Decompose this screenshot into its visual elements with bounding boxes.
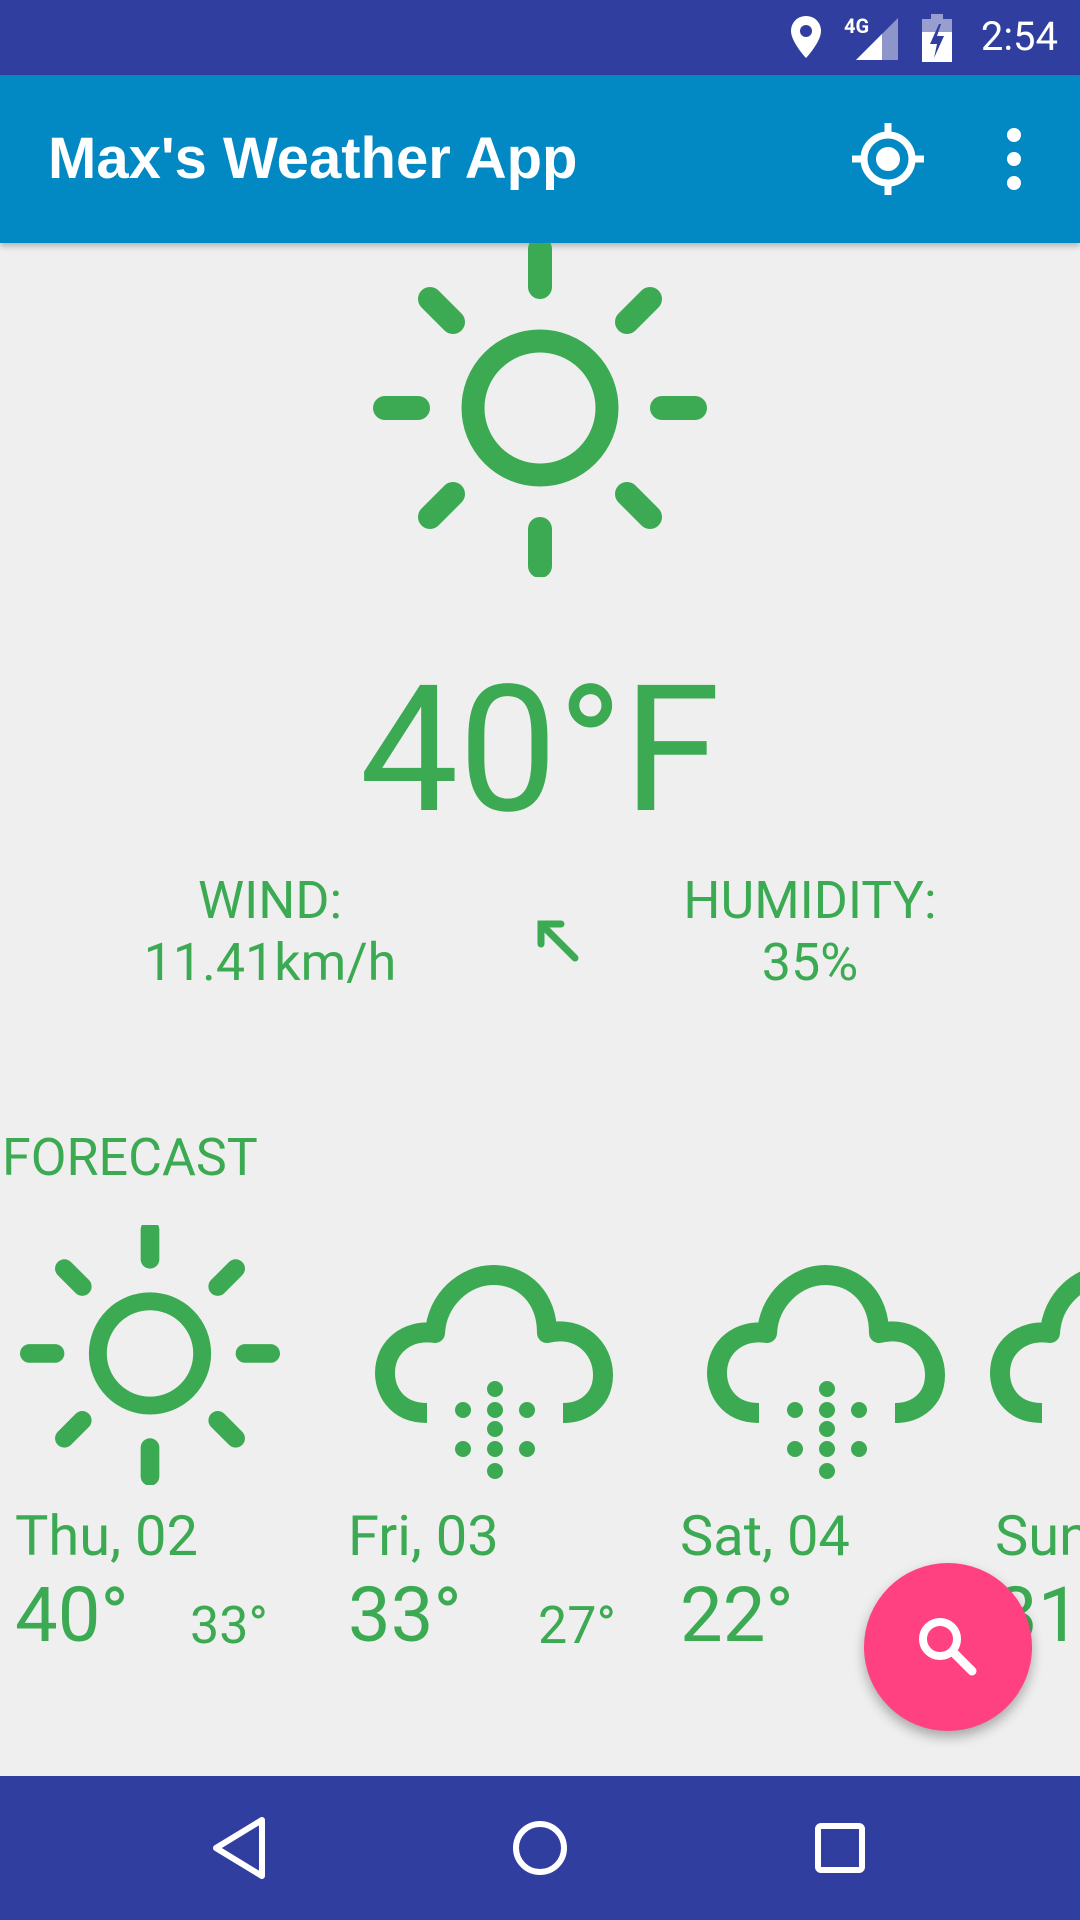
back-button[interactable] [200,1808,280,1888]
snow-cloud-icon [990,1271,1080,1423]
location-pin-icon [788,14,824,64]
forecast-weather-icon [707,1263,947,1497]
status-bar: 4G 2:54 [0,0,1080,75]
sun-icon [373,237,707,578]
forecast-date: Sun [995,1503,1080,1569]
search-fab[interactable] [864,1563,1032,1731]
forecast-high: 33° [348,1570,462,1660]
forecast-low: 33° [190,1595,268,1656]
network-type-label: 4G [844,14,870,38]
forecast-weather-icon [375,1263,615,1497]
status-time: 2:54 [980,13,1058,60]
forecast-day[interactable]: Fri, 03 33° 27° [333,1215,653,1665]
home-icon [513,1821,567,1875]
current-temperature: 40°F [359,647,721,853]
search-icon [919,1618,977,1676]
sun-icon [20,1220,280,1486]
navigation-bar [0,1776,1080,1920]
gps-locate-button[interactable] [848,119,928,199]
forecast-day[interactable]: Thu, 02 40° 33° [0,1215,320,1665]
humidity-stat: HUMIDITY: 35% [660,870,960,994]
wind-stat: WIND: 11.41km/h [110,870,430,994]
forecast-date: Thu, 02 [15,1503,198,1569]
wind-direction [535,918,581,968]
forecast-high: 40° [15,1570,129,1660]
forecast-low: 27° [538,1595,616,1656]
cell-signal-icon: 4G [842,14,900,66]
app-bar: Max's Weather App [0,75,1080,243]
recents-icon [815,1823,865,1873]
snow-cloud-icon [375,1265,613,1479]
snow-cloud-icon [707,1265,945,1479]
home-button[interactable] [500,1808,580,1888]
recents-button[interactable] [800,1808,880,1888]
current-weather-icon [373,237,707,581]
overflow-menu-button[interactable] [974,119,1054,199]
humidity-value: 35% [761,932,859,993]
forecast-heading: FORECAST [2,1127,258,1188]
back-icon [213,1817,265,1879]
forecast-date: Sat, 04 [680,1503,850,1569]
forecast-date: Fri, 03 [348,1503,499,1569]
battery-charging-icon [922,14,952,66]
forecast-weather-icon [990,1263,1080,1497]
overflow-menu-icon [1007,128,1021,190]
wind-label: WIND: [197,870,343,931]
gps-locate-icon [852,123,924,195]
forecast-weather-icon [20,1220,280,1489]
wind-value: 11.41km/h [143,932,397,993]
forecast-high: 22° [680,1570,794,1660]
arrow-up-left-icon [537,920,579,962]
humidity-label: HUMIDITY: [683,870,937,931]
app-title: Max's Weather App [48,126,578,191]
